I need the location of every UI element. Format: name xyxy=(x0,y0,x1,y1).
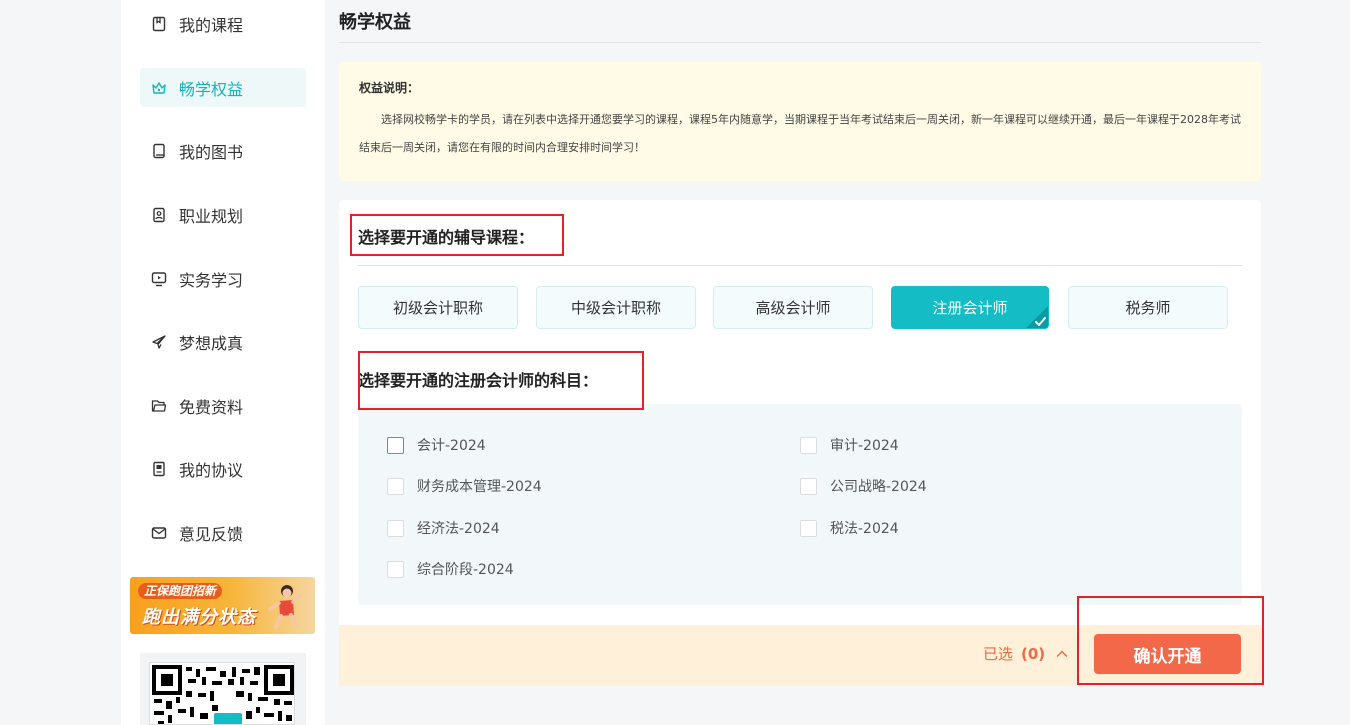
folder-icon xyxy=(150,397,168,415)
selected-count-toggle[interactable]: 已选 (0) xyxy=(983,643,1069,664)
notice-title: 权益说明： xyxy=(359,81,420,95)
sidebar-item-benefits[interactable]: 畅学权益 xyxy=(140,68,306,107)
promo-banner[interactable]: 正保跑团招新 跑出满分状态 xyxy=(130,577,315,634)
section-divider xyxy=(358,265,1242,266)
checkbox[interactable] xyxy=(800,519,817,537)
subject-option[interactable]: 会计-2024 xyxy=(387,435,486,455)
checkbox[interactable] xyxy=(387,560,404,578)
sidebar-item-label: 免费资料 xyxy=(179,397,244,417)
tab-label: 初级会计职称 xyxy=(392,299,483,317)
monitor-icon xyxy=(150,270,168,288)
title-divider xyxy=(339,42,1261,43)
subject-label: 综合阶段-2024 xyxy=(417,562,514,578)
subject-option[interactable]: 经济法-2024 xyxy=(387,518,500,538)
notice-text: 选择网校畅学卡的学员，请在列表中选择开通您要学习的课程，课程5年内随意学，当期课… xyxy=(359,113,1241,154)
sidebar-item-my-books[interactable]: 我的图书 xyxy=(140,131,306,170)
sidebar-item-label: 我的图书 xyxy=(179,142,244,162)
tab-label: 高级会计师 xyxy=(755,299,831,317)
subject-label: 经济法-2024 xyxy=(417,521,500,537)
checkbox[interactable] xyxy=(387,519,404,537)
mail-icon xyxy=(150,524,168,542)
subject-label: 税法-2024 xyxy=(830,521,899,537)
sidebar-item-label: 意见反馈 xyxy=(179,524,244,544)
chevron-up-icon xyxy=(1056,650,1068,657)
subject-label: 审计-2024 xyxy=(830,438,899,454)
course-section-title: 选择要开通的辅导课程： xyxy=(358,228,535,247)
tab-tax-advisor[interactable]: 税务师 xyxy=(1068,286,1228,329)
sidebar-item-label: 梦想成真 xyxy=(179,333,244,353)
sidebar-item-dreams[interactable]: 梦想成真 xyxy=(140,322,306,361)
subject-label: 财务成本管理-2024 xyxy=(417,479,542,495)
sidebar-item-career[interactable]: 职业规划 xyxy=(140,195,306,234)
page-title: 畅学权益 xyxy=(339,12,411,33)
subject-option[interactable]: 税法-2024 xyxy=(800,518,899,538)
selection-panel: 选择要开通的辅导课程： 初级会计职称 中级会计职称 高级会计师 注册会计师 税务… xyxy=(339,200,1261,686)
tab-intermediate-accountant[interactable]: 中级会计职称 xyxy=(536,286,696,329)
crown-icon xyxy=(150,79,168,97)
subject-list: 会计-2024 审计-2024 财务成本管理-2024 公司战略-2024 经济… xyxy=(358,404,1242,605)
checkbox[interactable] xyxy=(387,477,404,495)
sidebar-item-label: 我的课程 xyxy=(179,15,244,35)
qr-code-image xyxy=(149,662,295,725)
tab-junior-accountant[interactable]: 初级会计职称 xyxy=(358,286,518,329)
promo-line2: 跑出满分状态 xyxy=(142,607,256,628)
sidebar-item-free-materials[interactable]: 免费资料 xyxy=(140,386,306,425)
subject-option[interactable]: 公司战略-2024 xyxy=(800,476,927,496)
id-badge-icon xyxy=(150,206,168,224)
confirm-activate-button[interactable]: 确认开通 xyxy=(1094,634,1241,674)
tab-label: 中级会计职称 xyxy=(570,299,661,317)
subject-label: 公司战略-2024 xyxy=(830,479,927,495)
paper-plane-icon xyxy=(150,333,168,351)
promo-line1: 正保跑团招新 xyxy=(138,583,223,599)
selection-footer: 已选 (0) 确认开通 xyxy=(339,625,1261,686)
tab-label: 税务师 xyxy=(1125,299,1171,317)
sidebar-item-my-courses[interactable]: 我的课程 xyxy=(140,4,306,43)
subject-option[interactable]: 审计-2024 xyxy=(800,435,899,455)
sidebar-item-practice[interactable]: 实务学习 xyxy=(140,259,306,298)
document-icon xyxy=(150,460,168,478)
sidebar-item-feedback[interactable]: 意见反馈 xyxy=(140,513,306,552)
checkbox[interactable] xyxy=(800,436,817,454)
sidebar-item-label: 我的协议 xyxy=(179,460,244,480)
tab-cpa[interactable]: 注册会计师 xyxy=(891,286,1049,329)
selected-count: (0) xyxy=(1021,644,1046,663)
runner-icon xyxy=(268,585,301,629)
checkbox[interactable] xyxy=(387,436,404,454)
sidebar-item-label: 畅学权益 xyxy=(179,79,244,99)
subject-label: 会计-2024 xyxy=(417,438,486,454)
sidebar: 我的课程 畅学权益 我的图书 职业规划 实务学习 梦想成真 免费资料 我的协议 … xyxy=(121,0,325,725)
book-icon xyxy=(150,15,168,33)
benefit-notice: 权益说明： 选择网校畅学卡的学员，请在列表中选择开通您要学习的课程，课程5年内随… xyxy=(339,62,1261,181)
subject-option[interactable]: 综合阶段-2024 xyxy=(387,559,514,579)
sidebar-item-agreements[interactable]: 我的协议 xyxy=(140,449,306,488)
selected-label: 已选 xyxy=(983,645,1014,663)
subject-option[interactable]: 财务成本管理-2024 xyxy=(387,476,542,496)
subject-section-title: 选择要开通的注册会计师的科目： xyxy=(358,371,599,390)
selected-check-icon xyxy=(1026,306,1048,328)
sidebar-item-label: 职业规划 xyxy=(179,206,244,226)
tab-label: 注册会计师 xyxy=(932,299,1008,317)
qr-code-panel xyxy=(140,653,306,725)
tab-senior-accountant[interactable]: 高级会计师 xyxy=(713,286,873,329)
sidebar-item-label: 实务学习 xyxy=(179,270,244,290)
checkbox[interactable] xyxy=(800,477,817,495)
notebook-icon xyxy=(150,142,168,160)
